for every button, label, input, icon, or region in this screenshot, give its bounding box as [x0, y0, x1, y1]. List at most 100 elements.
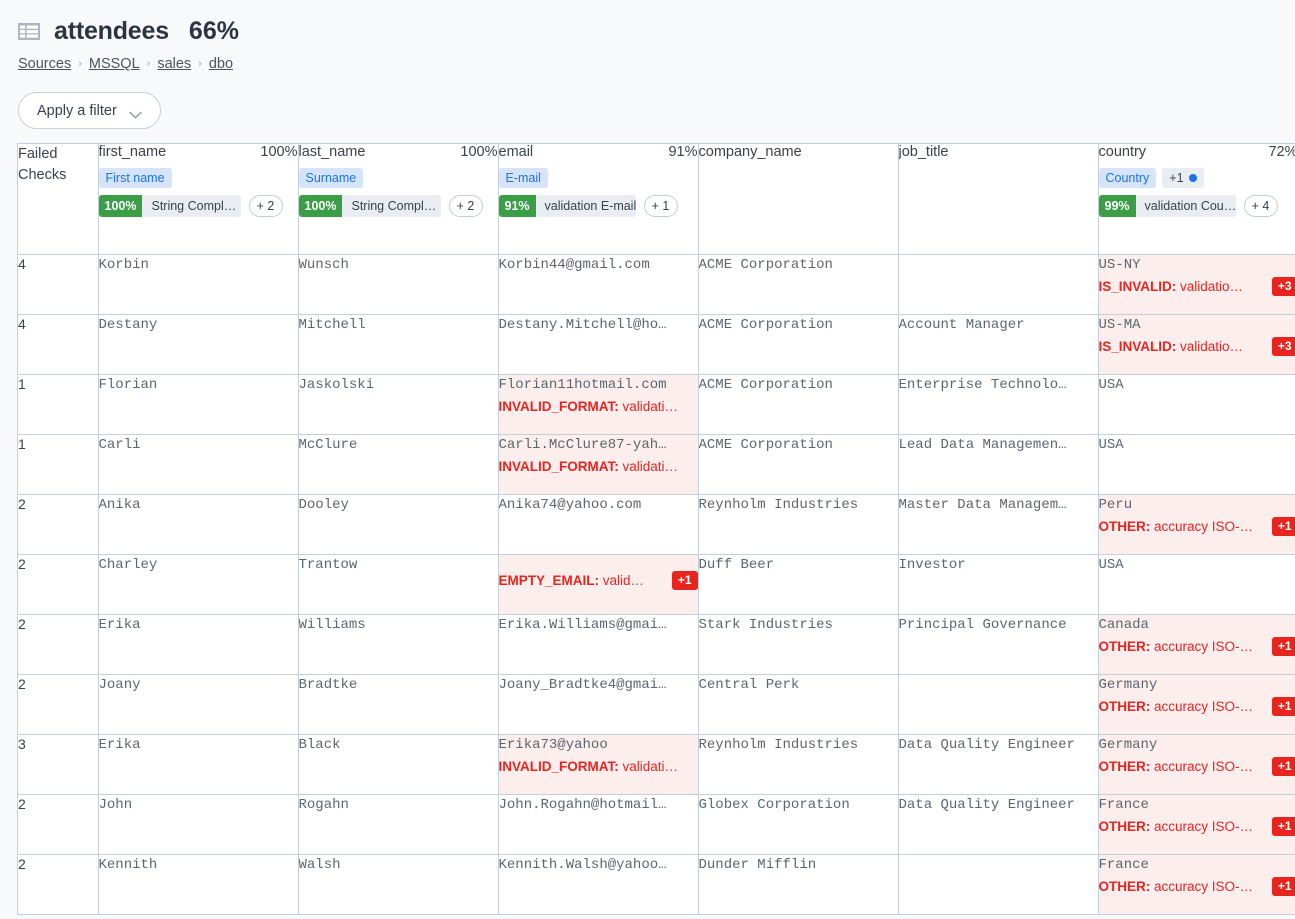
- cell-email[interactable]: Anika74@yahoo.com: [498, 494, 698, 554]
- column-header-country[interactable]: country 72% Country +1 99% validatio: [1098, 144, 1295, 254]
- cell-first_name[interactable]: Anika: [98, 494, 298, 554]
- cell-last_name[interactable]: Rogahn: [298, 794, 498, 854]
- cell-last_name[interactable]: Black: [298, 734, 498, 794]
- apply-filter-button[interactable]: Apply a filter: [18, 92, 161, 129]
- cell-company_name[interactable]: Central Perk: [698, 674, 898, 734]
- cell-country[interactable]: USA: [1098, 554, 1295, 614]
- table-row[interactable]: 2JoanyBradtkeJoany_Bradtke4@gmai…Central…: [18, 674, 1295, 734]
- table-row[interactable]: 2AnikaDooleyAnika74@yahoo.comReynholm In…: [18, 494, 1295, 554]
- cell-failed-checks[interactable]: 2: [18, 554, 98, 614]
- cell-country[interactable]: US-NYIS_INVALID: validatio…+3: [1098, 254, 1295, 314]
- more-checks-pill[interactable]: + 2: [449, 195, 483, 217]
- cell-failed-checks[interactable]: 2: [18, 854, 98, 914]
- error-count-badge[interactable]: +3: [1272, 337, 1295, 356]
- cell-job_title[interactable]: [898, 254, 1098, 314]
- cell-first_name[interactable]: Charley: [98, 554, 298, 614]
- cell-first_name[interactable]: Erika: [98, 614, 298, 674]
- more-checks-pill[interactable]: + 4: [1244, 195, 1278, 217]
- cell-job_title[interactable]: Lead Data Managemen…: [898, 434, 1098, 494]
- error-count-badge[interactable]: +1: [1272, 697, 1295, 716]
- cell-first_name[interactable]: John: [98, 794, 298, 854]
- cell-job_title[interactable]: Data Quality Engineer: [898, 734, 1098, 794]
- cell-company_name[interactable]: Reynholm Industries: [698, 494, 898, 554]
- cell-country[interactable]: FranceOTHER: accuracy ISO-…+1: [1098, 794, 1295, 854]
- table-row[interactable]: 2JohnRogahnJohn.Rogahn@hotmail…Globex Co…: [18, 794, 1295, 854]
- cell-failed-checks[interactable]: 1: [18, 434, 98, 494]
- cell-first_name[interactable]: Korbin: [98, 254, 298, 314]
- cell-last_name[interactable]: Mitchell: [298, 314, 498, 374]
- cell-job_title[interactable]: Account Manager: [898, 314, 1098, 374]
- column-header-failed-checks[interactable]: Failed Checks: [18, 144, 98, 254]
- error-count-badge[interactable]: +1: [1272, 817, 1295, 836]
- check-chip[interactable]: 91% validation E-mail: [499, 195, 636, 217]
- check-chip[interactable]: 100% String Compl…: [299, 195, 441, 217]
- cell-country[interactable]: US-MAIS_INVALID: validatio…+3: [1098, 314, 1295, 374]
- cell-email[interactable]: Korbin44@gmail.com: [498, 254, 698, 314]
- cell-company_name[interactable]: ACME Corporation: [698, 314, 898, 374]
- cell-company_name[interactable]: ACME Corporation: [698, 254, 898, 314]
- cell-country[interactable]: PeruOTHER: accuracy ISO-…+1: [1098, 494, 1295, 554]
- table-row[interactable]: 2CharleyTrantowEMPTY_EMAIL: valid…+1Duff…: [18, 554, 1295, 614]
- cell-company_name[interactable]: Stark Industries: [698, 614, 898, 674]
- cell-last_name[interactable]: Jaskolski: [298, 374, 498, 434]
- cell-email[interactable]: John.Rogahn@hotmail…: [498, 794, 698, 854]
- cell-last_name[interactable]: Williams: [298, 614, 498, 674]
- cell-email[interactable]: EMPTY_EMAIL: valid…+1: [498, 554, 698, 614]
- error-count-badge[interactable]: +1: [1272, 877, 1295, 896]
- cell-last_name[interactable]: Wunsch: [298, 254, 498, 314]
- table-row[interactable]: 2ErikaWilliamsErika.Williams@gmai…Stark …: [18, 614, 1295, 674]
- cell-email[interactable]: Erika.Williams@gmai…: [498, 614, 698, 674]
- table-row[interactable]: 2KennithWalshKennith.Walsh@yahoo…Dunder …: [18, 854, 1295, 914]
- table-row[interactable]: 4KorbinWunschKorbin44@gmail.comACME Corp…: [18, 254, 1295, 314]
- check-chip[interactable]: 99% validation Cou…: [1099, 195, 1236, 217]
- cell-country[interactable]: USA: [1098, 434, 1295, 494]
- cell-first_name[interactable]: Destany: [98, 314, 298, 374]
- table-row[interactable]: 3ErikaBlackErika73@yahooINVALID_FORMAT: …: [18, 734, 1295, 794]
- cell-company_name[interactable]: Reynholm Industries: [698, 734, 898, 794]
- cell-first_name[interactable]: Carli: [98, 434, 298, 494]
- column-header-first_name[interactable]: first_name 100% First name 100% String C…: [98, 144, 298, 254]
- cell-job_title[interactable]: Principal Governance: [898, 614, 1098, 674]
- more-checks-pill[interactable]: + 1: [644, 195, 678, 217]
- cell-company_name[interactable]: Globex Corporation: [698, 794, 898, 854]
- cell-company_name[interactable]: ACME Corporation: [698, 374, 898, 434]
- cell-failed-checks[interactable]: 3: [18, 734, 98, 794]
- error-count-badge[interactable]: +1: [1272, 517, 1295, 536]
- cell-failed-checks[interactable]: 4: [18, 254, 98, 314]
- cell-last_name[interactable]: McClure: [298, 434, 498, 494]
- check-chip[interactable]: 100% String Compl…: [99, 195, 241, 217]
- error-count-badge[interactable]: +3: [1272, 277, 1295, 296]
- table-row[interactable]: 1FlorianJaskolskiFlorian11hotmail.comINV…: [18, 374, 1295, 434]
- semantic-tag[interactable]: E-mail: [499, 168, 548, 188]
- semantic-tag[interactable]: Country: [1099, 168, 1157, 188]
- cell-last_name[interactable]: Bradtke: [298, 674, 498, 734]
- cell-first_name[interactable]: Erika: [98, 734, 298, 794]
- cell-job_title[interactable]: [898, 674, 1098, 734]
- cell-email[interactable]: Destany.Mitchell@ho…: [498, 314, 698, 374]
- cell-job_title[interactable]: [898, 854, 1098, 914]
- cell-company_name[interactable]: Duff Beer: [698, 554, 898, 614]
- cell-country[interactable]: CanadaOTHER: accuracy ISO-…+1: [1098, 614, 1295, 674]
- cell-first_name[interactable]: Kennith: [98, 854, 298, 914]
- column-header-company_name[interactable]: company_name: [698, 144, 898, 254]
- semantic-tag[interactable]: Surname: [299, 168, 364, 188]
- cell-country[interactable]: USA: [1098, 374, 1295, 434]
- cell-last_name[interactable]: Dooley: [298, 494, 498, 554]
- cell-job_title[interactable]: Enterprise Technolo…: [898, 374, 1098, 434]
- breadcrumb-item-sources[interactable]: Sources: [18, 56, 71, 72]
- error-count-badge[interactable]: +1: [1272, 637, 1295, 656]
- column-header-last_name[interactable]: last_name 100% Surname 100% String Compl…: [298, 144, 498, 254]
- cell-email[interactable]: Carli.McClure87-yah…INVALID_FORMAT: vali…: [498, 434, 698, 494]
- cell-last_name[interactable]: Walsh: [298, 854, 498, 914]
- cell-email[interactable]: Joany_Bradtke4@gmai…: [498, 674, 698, 734]
- breadcrumb-item-dbo[interactable]: dbo: [209, 56, 233, 72]
- cell-job_title[interactable]: Investor: [898, 554, 1098, 614]
- cell-email[interactable]: Florian11hotmail.comINVALID_FORMAT: vali…: [498, 374, 698, 434]
- column-header-job_title[interactable]: job_title: [898, 144, 1098, 254]
- data-quality-table[interactable]: Failed Checks first_name 100% First name…: [17, 143, 1295, 915]
- cell-company_name[interactable]: ACME Corporation: [698, 434, 898, 494]
- semantic-tag[interactable]: First name: [99, 168, 172, 188]
- cell-first_name[interactable]: Joany: [98, 674, 298, 734]
- cell-job_title[interactable]: Master Data Managem…: [898, 494, 1098, 554]
- table-row[interactable]: 4DestanyMitchellDestany.Mitchell@ho…ACME…: [18, 314, 1295, 374]
